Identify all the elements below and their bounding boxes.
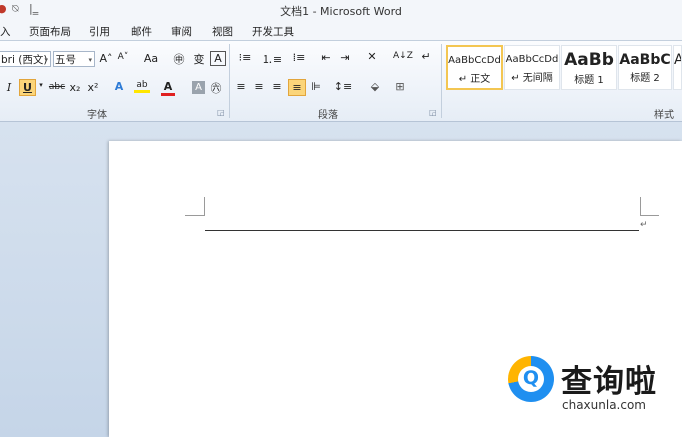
tab-insert[interactable]: 入: [0, 24, 11, 39]
strikethrough-button[interactable]: abc: [48, 82, 66, 92]
enclose-chars-button[interactable]: ㊅: [208, 80, 224, 96]
group-separator: [441, 44, 442, 118]
title-bar: ● ⍉ |‗ 文档1 - Microsoft Word: [0, 0, 682, 20]
style-heading-1[interactable]: AaBb 标题 1: [561, 45, 617, 90]
styles-group-label: 样式: [654, 110, 674, 121]
margin-corner-top-right: [640, 197, 659, 216]
tab-references[interactable]: 引用: [89, 24, 110, 39]
tab-review[interactable]: 审阅: [171, 24, 192, 39]
style-label: ↵ 无间隔: [511, 73, 553, 84]
style-label: ↵ 正文: [458, 74, 491, 85]
bullets-button[interactable]: ⁝≡: [235, 51, 255, 64]
line-spacing-button[interactable]: ↕≡: [333, 80, 353, 93]
tab-mailings[interactable]: 邮件: [131, 24, 152, 39]
distribute-button[interactable]: ⊫: [309, 80, 323, 93]
decrease-indent-button[interactable]: ⇤: [318, 51, 334, 64]
font-group-label: 字体: [87, 110, 107, 121]
tab-view[interactable]: 视图: [212, 24, 233, 39]
chevron-down-icon[interactable]: ▾: [44, 52, 48, 68]
chevron-down-icon[interactable]: ▾: [88, 52, 92, 68]
chinese-layout-button[interactable]: ✕: [362, 50, 382, 63]
subscript-button[interactable]: x₂: [68, 81, 82, 94]
logo-q: Q: [522, 367, 540, 389]
align-center-button[interactable]: ≡: [252, 80, 266, 93]
font-dialog-launcher-icon[interactable]: ◲: [217, 108, 225, 117]
style-no-spacing[interactable]: AaBbCcDd ↵ 无间隔: [504, 45, 560, 90]
font-name-combo[interactable]: bri (西文) ▾: [0, 51, 51, 67]
style-sample: AaBbCcDd: [448, 55, 501, 66]
style-sample: AaBbC: [619, 52, 671, 68]
change-case-button[interactable]: Aa: [141, 52, 161, 65]
highlight-color-button[interactable]: ab: [134, 80, 150, 93]
char-shading-button[interactable]: A: [192, 81, 205, 94]
style-sample: A: [674, 52, 681, 68]
shading-icon[interactable]: ⬙: [366, 80, 384, 93]
paragraph-dialog-launcher-icon[interactable]: ◲: [429, 108, 437, 117]
italic-button[interactable]: I: [4, 81, 14, 94]
clear-format-icon[interactable]: 变: [191, 51, 207, 67]
font-name-value: bri (西文): [1, 54, 48, 66]
numbering-button[interactable]: ⒈≡: [261, 51, 283, 67]
shrink-font-button[interactable]: A˅: [116, 52, 130, 62]
tab-developer[interactable]: 开发工具: [252, 24, 294, 39]
style-label: 标题 1: [574, 75, 604, 86]
chevron-down-icon[interactable]: ▾: [37, 81, 45, 89]
ribbon-tabs: 入 页面布局 引用 邮件 审阅 视图 开发工具: [0, 20, 682, 41]
watermark-name: 查询啦: [561, 364, 657, 400]
justify-button[interactable]: ≡: [288, 79, 306, 96]
borders-icon[interactable]: ⊞: [391, 80, 409, 93]
margin-corner-top-left: [185, 197, 205, 216]
style-heading-2[interactable]: AaBbC 标题 2: [618, 45, 672, 90]
superscript-button[interactable]: x²: [86, 81, 100, 94]
style-label: 标题 2: [630, 73, 660, 84]
style-sample: AaBb: [564, 50, 614, 70]
paragraph-mark: ↵: [640, 220, 648, 230]
style-title[interactable]: A: [673, 45, 682, 90]
font-size-value: 五号: [55, 54, 76, 66]
font-color-button[interactable]: A: [161, 80, 175, 96]
text-effect-icon[interactable]: A: [112, 80, 126, 93]
font-size-combo[interactable]: 五号 ▾: [53, 51, 95, 67]
char-border-button[interactable]: A: [210, 51, 226, 66]
underline-button[interactable]: U: [19, 79, 36, 96]
style-normal[interactable]: AaBbCcDd ↵ 正文: [446, 45, 503, 90]
increase-indent-button[interactable]: ⇥: [337, 51, 353, 64]
horizontal-rule: [205, 230, 639, 231]
style-sample: AaBbCcDd: [505, 54, 559, 65]
tab-page-layout[interactable]: 页面布局: [29, 24, 71, 39]
group-separator: [229, 44, 230, 118]
show-marks-button[interactable]: ↵: [420, 50, 432, 63]
watermark-url: chaxunla.com: [562, 398, 646, 412]
sort-button[interactable]: A↓Z: [393, 51, 413, 61]
multilevel-list-button[interactable]: ⁞≡: [288, 51, 310, 64]
phonetic-guide-icon[interactable]: ㊥: [171, 51, 187, 67]
window-title: 文档1 - Microsoft Word: [280, 5, 402, 18]
grow-font-button[interactable]: A˄: [99, 52, 113, 65]
paragraph-group-label: 段落: [318, 110, 338, 121]
align-right-button[interactable]: ≡: [270, 80, 284, 93]
align-left-button[interactable]: ≡: [234, 80, 248, 93]
